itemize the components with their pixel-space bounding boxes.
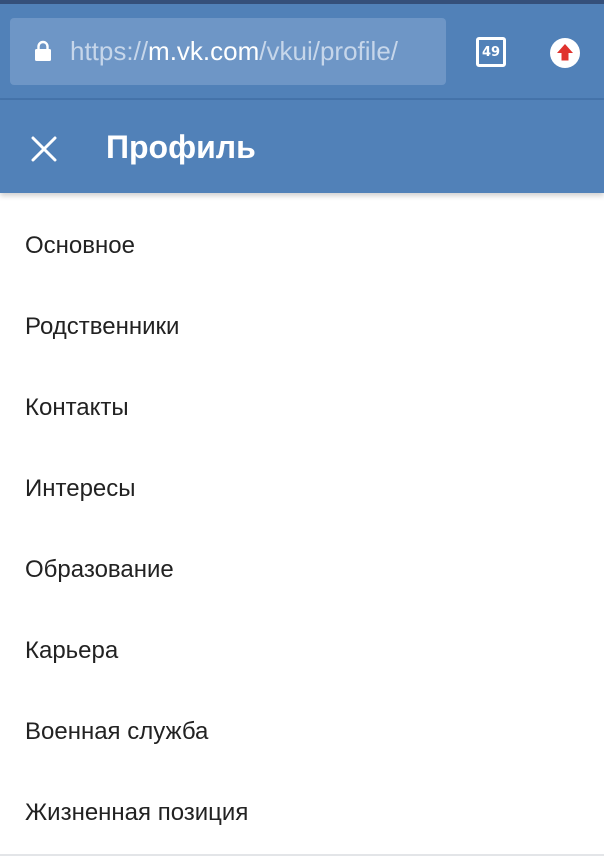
update-icon[interactable] — [549, 37, 581, 69]
menu-item-education[interactable]: Образование — [0, 529, 604, 610]
url-scheme: https:// — [70, 36, 149, 66]
menu-item-relatives[interactable]: Родственники — [0, 286, 604, 367]
page-title: Профиль — [106, 129, 256, 165]
url-text: https://m.vk.com/vkui/profile/ — [70, 35, 442, 67]
menu-item-military[interactable]: Военная служба — [0, 691, 604, 772]
menu-item-life-position[interactable]: Жизненная позиция — [0, 772, 604, 853]
close-icon — [31, 136, 57, 162]
menu-item-career[interactable]: Карьера — [0, 610, 604, 691]
tabs-button[interactable]: 49 — [476, 37, 506, 67]
menu-item-interests[interactable]: Интересы — [0, 448, 604, 529]
close-button[interactable] — [22, 127, 66, 171]
menu-item-contacts[interactable]: Контакты — [0, 367, 604, 448]
url-host: m.vk.com — [148, 36, 260, 66]
menu-item-basic[interactable]: Основное — [0, 205, 604, 286]
app-header: Профиль — [0, 100, 604, 193]
url-path: /vkui/profile/ — [259, 36, 399, 66]
browser-toolbar: https://m.vk.com/vkui/profile/ 49 — [0, 4, 604, 98]
address-bar[interactable]: https://m.vk.com/vkui/profile/ — [10, 18, 446, 85]
tabs-count: 49 — [481, 44, 501, 60]
lock-icon — [35, 40, 51, 61]
profile-menu: Основное Родственники Контакты Интересы … — [0, 205, 604, 853]
